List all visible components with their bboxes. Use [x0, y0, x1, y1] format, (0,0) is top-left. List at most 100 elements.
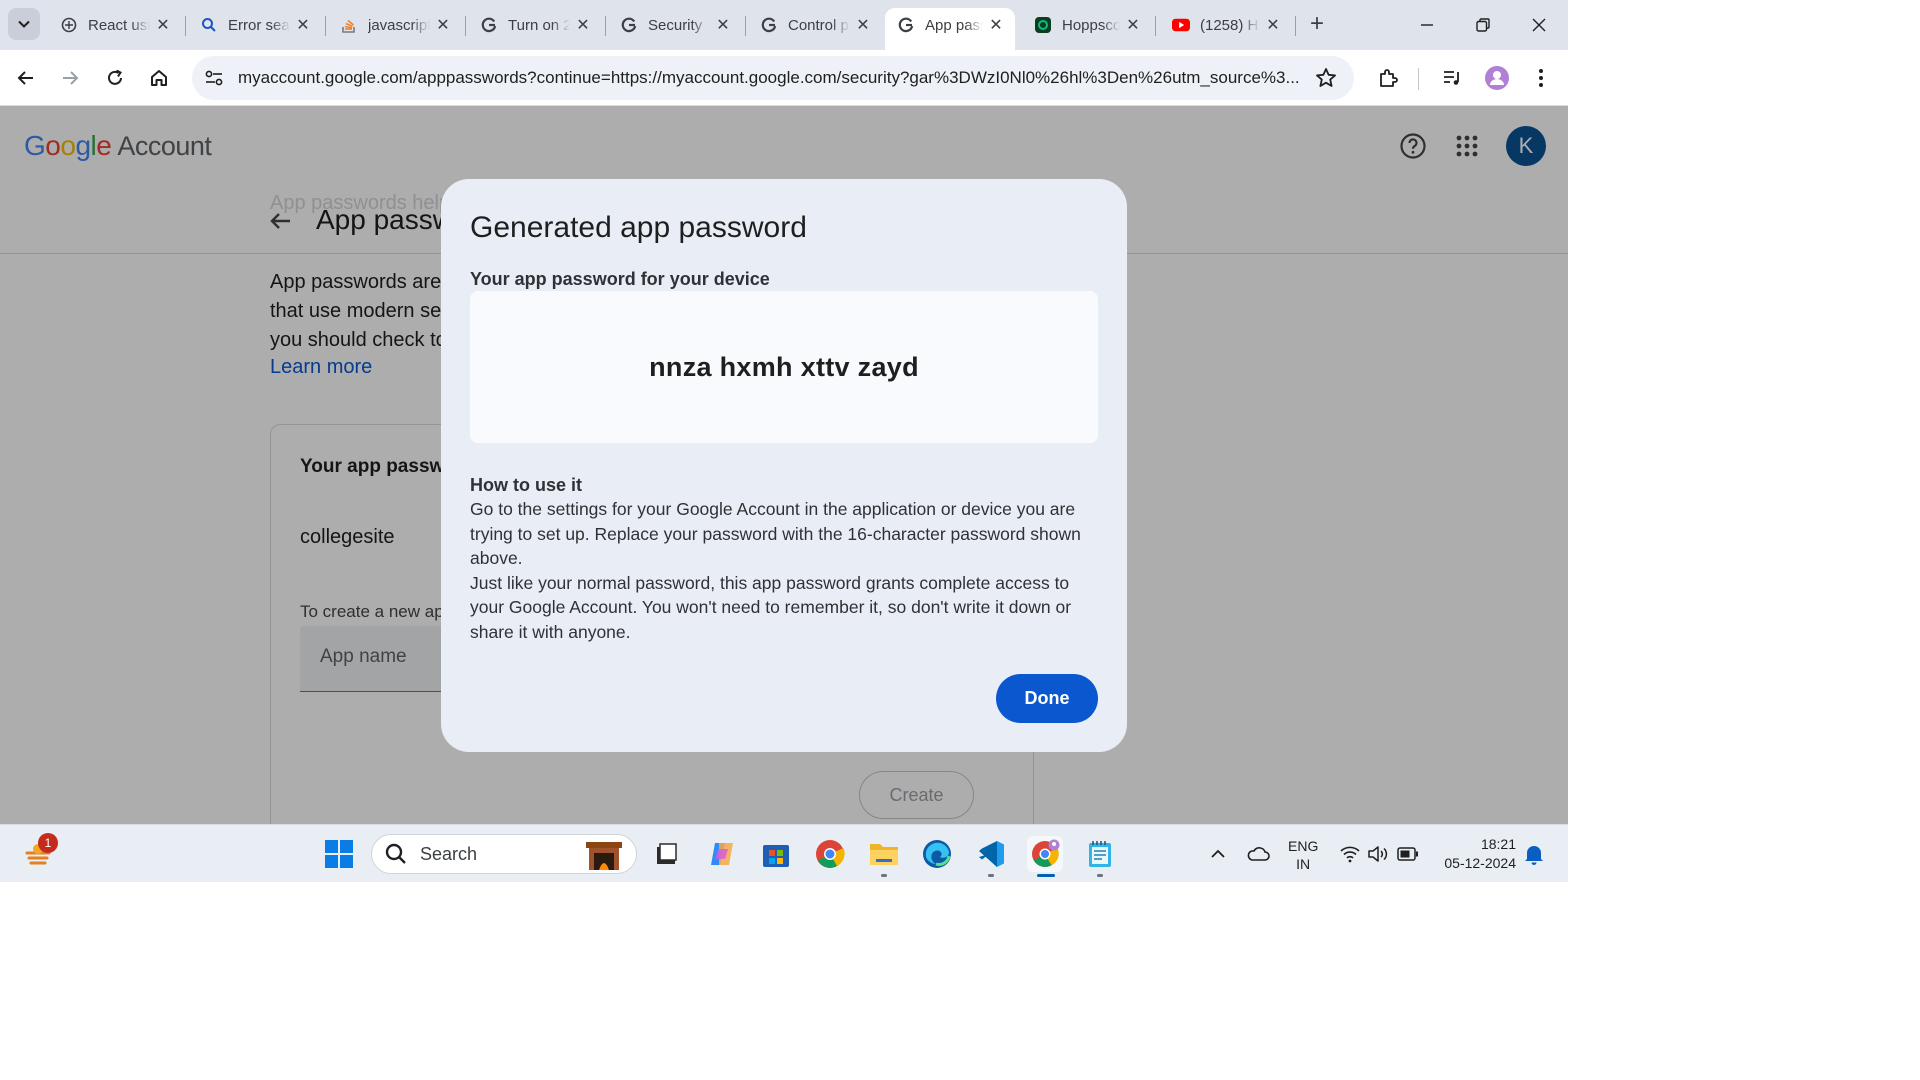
- google-icon: [480, 16, 498, 34]
- onedrive-button[interactable]: [1240, 836, 1276, 872]
- task-view-button[interactable]: [648, 836, 684, 872]
- google-icon: [620, 16, 638, 34]
- app-password-value[interactable]: nnza hxmh xttv zayd: [649, 352, 919, 383]
- forward-button[interactable]: [54, 62, 86, 94]
- minimize-button[interactable]: [1412, 10, 1442, 40]
- restore-button[interactable]: [1468, 10, 1498, 40]
- arrow-left-icon: [17, 71, 33, 85]
- more-vert-icon: [1539, 69, 1543, 87]
- close-tab-icon[interactable]: ✕: [154, 16, 172, 34]
- profile-button[interactable]: [1481, 62, 1513, 94]
- how-to-use-text: Go to the settings for your Google Accou…: [470, 499, 1081, 642]
- notepad-button[interactable]: [1082, 836, 1118, 872]
- copilot-button[interactable]: [704, 836, 740, 872]
- new-tab-button[interactable]: +: [1304, 12, 1330, 38]
- show-hidden-icons-button[interactable]: [1200, 836, 1236, 872]
- file-explorer-button[interactable]: [866, 836, 902, 872]
- home-button[interactable]: [143, 62, 175, 94]
- tab-react[interactable]: React usi ✕: [48, 8, 182, 42]
- home-icon: [151, 70, 167, 86]
- windows-taskbar: 1 Search ENG IN 18:21 05-12-2024: [0, 824, 1568, 882]
- close-tab-icon[interactable]: ✕: [1124, 16, 1142, 34]
- start-button[interactable]: [321, 836, 357, 872]
- notifications-button[interactable]: [1516, 836, 1552, 872]
- battery-button[interactable]: [1390, 836, 1426, 872]
- battery-icon: [1397, 847, 1418, 861]
- back-button[interactable]: [10, 62, 42, 94]
- language-indicator[interactable]: ENG IN: [1288, 837, 1318, 873]
- chrome-profile-taskbar-button[interactable]: [1027, 836, 1063, 872]
- task-view-icon: [657, 843, 677, 864]
- chrome-icon: [816, 840, 845, 868]
- password-box: nnza hxmh xttv zayd: [470, 291, 1098, 443]
- close-tab-icon[interactable]: ✕: [434, 16, 452, 34]
- close-tab-icon[interactable]: ✕: [574, 16, 592, 34]
- extensions-button[interactable]: [1372, 62, 1404, 94]
- tab-youtube[interactable]: (1258) H ✕: [1160, 8, 1292, 42]
- site-info-icon[interactable]: [194, 58, 234, 98]
- windows-logo-icon: [325, 840, 353, 868]
- stackoverflow-icon: [340, 16, 358, 34]
- search-placeholder: Search: [420, 843, 478, 864]
- tab-control-panel[interactable]: Control p ✕: [748, 8, 882, 42]
- bell-icon: [1525, 846, 1543, 865]
- browser-toolbar: myaccount.google.com/apppasswords?contin…: [0, 50, 1568, 106]
- fireplace-icon: [586, 842, 622, 870]
- close-tab-icon[interactable]: ✕: [714, 16, 732, 34]
- copilot-icon: [711, 843, 733, 865]
- reload-button[interactable]: [99, 62, 131, 94]
- taskbar-search[interactable]: Search: [371, 834, 637, 874]
- vscode-icon: [979, 841, 1004, 867]
- restore-icon: [1476, 18, 1490, 32]
- edge-button[interactable]: [919, 836, 955, 872]
- tab-search-button[interactable]: [8, 8, 40, 40]
- store-icon: [763, 845, 789, 867]
- search-icon: [385, 843, 406, 864]
- close-window-button[interactable]: [1524, 10, 1554, 40]
- google-icon: [760, 16, 778, 34]
- close-tab-icon[interactable]: ✕: [854, 16, 872, 34]
- url-text: myaccount.google.com/apppasswords?contin…: [238, 68, 1300, 87]
- close-tab-icon[interactable]: ✕: [987, 16, 1005, 34]
- tab-hoppscotch[interactable]: Hoppsco ✕: [1022, 8, 1152, 42]
- tab-strip: React usi ✕ Error sea ✕ javascript ✕ Tur…: [0, 0, 1568, 50]
- media-controls-button[interactable]: [1436, 62, 1468, 94]
- tab-turn-on[interactable]: Turn on 2 ✕: [468, 8, 602, 42]
- arrow-right-icon: [63, 71, 79, 85]
- chevron-up-icon: [1211, 849, 1225, 858]
- bookmark-star-icon[interactable]: [1314, 66, 1338, 90]
- generated-password-dialog: Generated app password Your app password…: [441, 179, 1127, 752]
- hoppscotch-icon: [1034, 16, 1052, 34]
- browser-menu-button[interactable]: [1525, 62, 1557, 94]
- tab-security[interactable]: Security ✕: [608, 8, 742, 42]
- close-tab-icon[interactable]: ✕: [294, 16, 312, 34]
- wifi-icon: [1340, 846, 1360, 863]
- notepad-icon: [1089, 841, 1111, 867]
- web-page: Google Account K App passwords help App p…: [0, 106, 1568, 824]
- address-bar[interactable]: myaccount.google.com/apppasswords?contin…: [192, 56, 1354, 100]
- chrome-icon: [1032, 839, 1060, 867]
- reload-icon: [108, 69, 122, 85]
- dialog-title: Generated app password: [470, 211, 807, 244]
- tab-javascript[interactable]: javascript ✕: [328, 8, 462, 42]
- notification-badge: 1: [38, 833, 58, 853]
- edge-icon: [923, 840, 951, 868]
- chevron-down-icon: [18, 20, 30, 28]
- search-icon: [200, 16, 218, 34]
- close-icon: [1532, 18, 1546, 32]
- tab-error-search[interactable]: Error sea ✕: [188, 8, 322, 42]
- close-tab-icon[interactable]: ✕: [1264, 16, 1282, 34]
- chrome-taskbar-button[interactable]: [812, 836, 848, 872]
- microsoft-store-button[interactable]: [758, 836, 794, 872]
- profile-avatar-icon: [1485, 66, 1509, 90]
- openai-icon: [60, 16, 78, 34]
- how-to-use-heading: How to use it: [470, 475, 582, 495]
- cloud-icon: [1247, 847, 1270, 861]
- system-clock[interactable]: 18:21 05-12-2024: [1436, 835, 1516, 873]
- google-icon: [897, 16, 915, 34]
- done-button[interactable]: Done: [996, 674, 1098, 723]
- minimize-icon: [1421, 24, 1433, 26]
- youtube-icon: [1172, 16, 1190, 34]
- vscode-button[interactable]: [973, 836, 1009, 872]
- tab-app-passwords[interactable]: App pass ✕: [885, 8, 1015, 50]
